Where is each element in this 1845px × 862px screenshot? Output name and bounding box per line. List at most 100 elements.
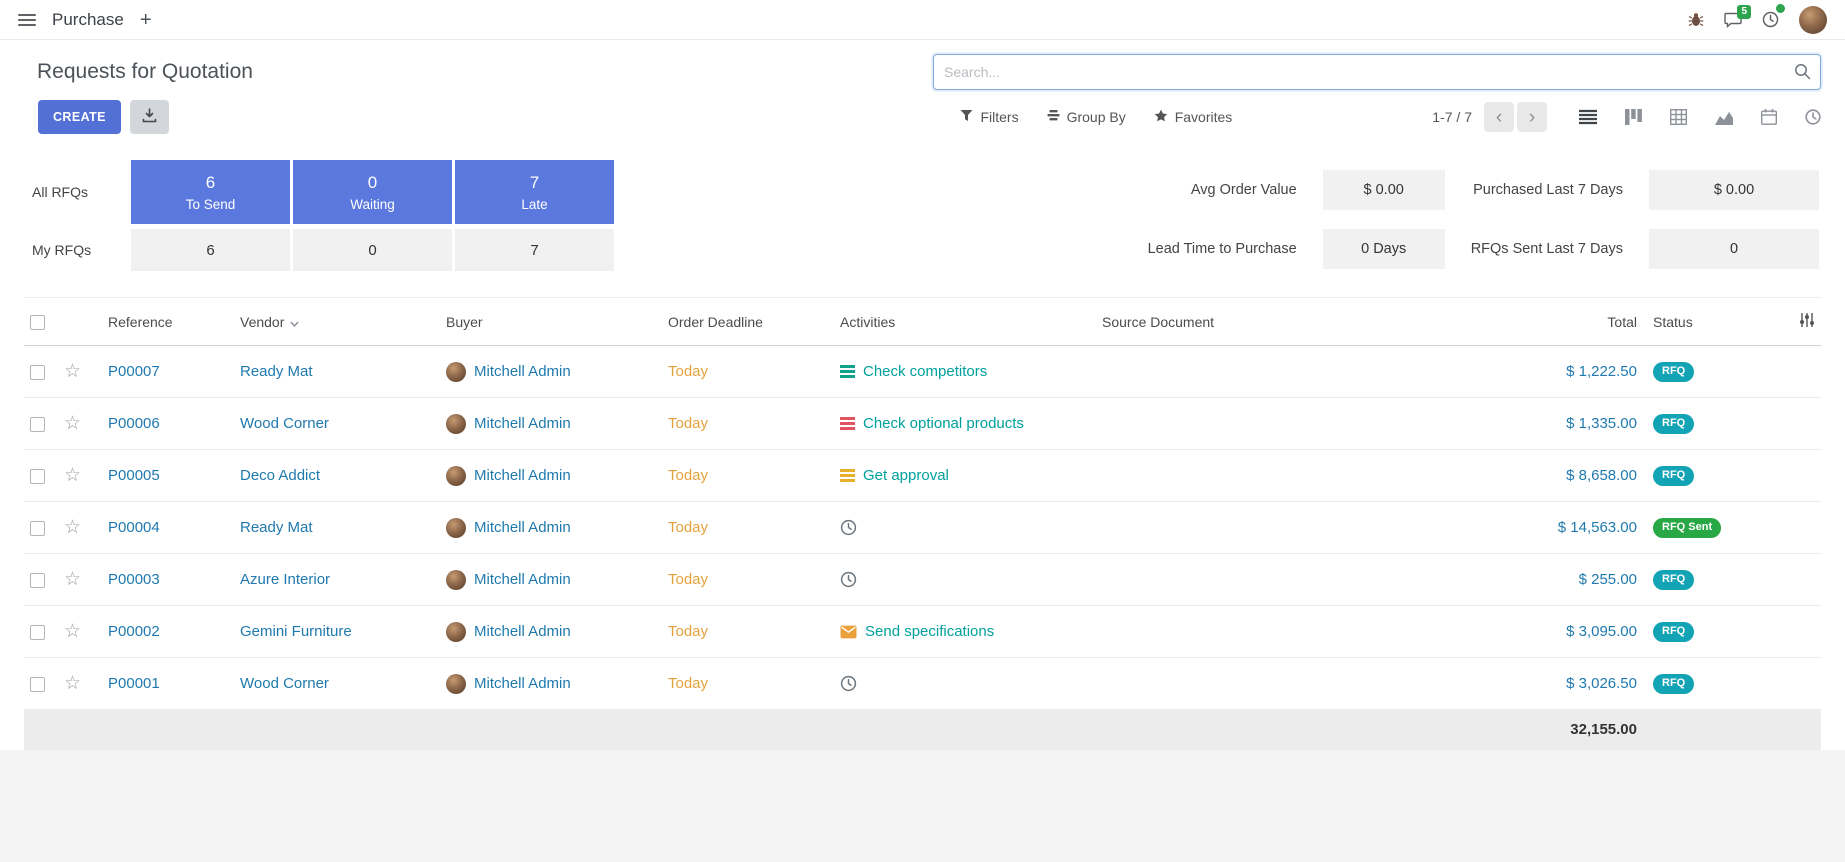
optional-columns-button[interactable] — [1765, 298, 1821, 346]
buyer-link[interactable]: Mitchell Admin — [474, 675, 571, 692]
header-total[interactable]: Total — [1497, 298, 1647, 346]
plus-icon[interactable]: + — [140, 10, 152, 30]
favorite-star-icon[interactable]: ☆ — [64, 361, 81, 382]
activity-tasks-icon[interactable] — [840, 469, 855, 482]
my-rfqs-late[interactable]: 7 — [455, 229, 614, 271]
kpi-tile-waiting[interactable]: 0 Waiting — [293, 160, 452, 224]
favorite-star-icon[interactable]: ☆ — [64, 465, 81, 486]
table-row[interactable]: ☆ P00004 Ready Mat Mitchell Admin Today … — [24, 502, 1821, 554]
header-reference[interactable]: Reference — [102, 298, 234, 346]
buyer-link[interactable]: Mitchell Admin — [474, 571, 571, 588]
debug-bug-icon[interactable] — [1688, 12, 1704, 28]
table-row[interactable]: ☆ P00003 Azure Interior Mitchell Admin T… — [24, 554, 1821, 606]
row-checkbox[interactable] — [30, 625, 45, 640]
header-status[interactable]: Status — [1647, 298, 1765, 346]
app-name[interactable]: Purchase — [52, 10, 124, 30]
activity-view-icon[interactable] — [1805, 109, 1821, 125]
vendor-link[interactable]: Azure Interior — [240, 571, 330, 588]
table-row[interactable]: ☆ P00006 Wood Corner Mitchell Admin Toda… — [24, 398, 1821, 450]
kpi-tile-to-send[interactable]: 6 To Send — [131, 160, 290, 224]
reference-link[interactable]: P00007 — [108, 363, 160, 380]
activity-summary-link[interactable]: Get approval — [863, 467, 949, 484]
export-button[interactable] — [130, 100, 169, 134]
list-view-icon[interactable] — [1579, 109, 1597, 125]
source-document-cell — [1096, 398, 1497, 450]
table-row[interactable]: ☆ P00002 Gemini Furniture Mitchell Admin… — [24, 606, 1821, 658]
pager-previous-button[interactable]: ‹ — [1484, 102, 1514, 132]
buyer-link[interactable]: Mitchell Admin — [474, 519, 571, 536]
pivot-view-icon[interactable] — [1670, 109, 1687, 125]
header-activities[interactable]: Activities — [834, 298, 1096, 346]
total-amount: $ 8,658.00 — [1566, 467, 1637, 484]
total-amount: $ 3,095.00 — [1566, 623, 1637, 640]
reference-link[interactable]: P00005 — [108, 467, 160, 484]
buyer-link[interactable]: Mitchell Admin — [474, 415, 571, 432]
buyer-link[interactable]: Mitchell Admin — [474, 467, 571, 484]
activity-summary-link[interactable]: Check competitors — [863, 363, 987, 380]
search-icon[interactable] — [1794, 63, 1811, 85]
header-vendor[interactable]: Vendor — [234, 298, 440, 346]
vendor-link[interactable]: Ready Mat — [240, 519, 313, 536]
kanban-view-icon[interactable] — [1625, 109, 1642, 125]
reference-link[interactable]: P00006 — [108, 415, 160, 432]
favorites-button[interactable]: Favorites — [1154, 109, 1233, 125]
my-rfqs-waiting[interactable]: 0 — [293, 229, 452, 271]
buyer-link[interactable]: Mitchell Admin — [474, 363, 571, 380]
activity-summary-link[interactable]: Check optional products — [863, 415, 1024, 432]
user-avatar[interactable] — [1799, 6, 1827, 34]
vendor-link[interactable]: Wood Corner — [240, 675, 329, 692]
buyer-link[interactable]: Mitchell Admin — [474, 623, 571, 640]
activity-tasks-icon[interactable] — [840, 365, 855, 378]
vendor-link[interactable]: Wood Corner — [240, 415, 329, 432]
calendar-view-icon[interactable] — [1761, 109, 1777, 125]
page: Purchase + 5 Requests for Quotation — [0, 0, 1845, 862]
row-checkbox[interactable] — [30, 417, 45, 432]
favorite-star-icon[interactable]: ☆ — [64, 517, 81, 538]
activity-summary-link[interactable]: Send specifications — [865, 623, 994, 640]
apps-menu-icon[interactable] — [18, 13, 36, 27]
reference-link[interactable]: P00001 — [108, 675, 160, 692]
graph-view-icon[interactable] — [1715, 110, 1733, 125]
table-row[interactable]: ☆ P00007 Ready Mat Mitchell Admin Today … — [24, 346, 1821, 398]
row-checkbox[interactable] — [30, 469, 45, 484]
activities-clock-icon[interactable] — [1762, 11, 1779, 28]
messages-icon[interactable]: 5 — [1724, 12, 1742, 28]
kpi-count: 7 — [530, 173, 539, 193]
vendor-link[interactable]: Deco Addict — [240, 467, 320, 484]
row-checkbox[interactable] — [30, 521, 45, 536]
favorite-star-icon[interactable]: ☆ — [64, 413, 81, 434]
filters-button[interactable]: Filters — [960, 109, 1018, 125]
header-order-deadline[interactable]: Order Deadline — [662, 298, 834, 346]
buyer-avatar — [446, 362, 466, 382]
favorite-star-icon[interactable]: ☆ — [64, 569, 81, 590]
activity-clock-icon[interactable] — [840, 571, 857, 588]
table-row[interactable]: ☆ P00005 Deco Addict Mitchell Admin Toda… — [24, 450, 1821, 502]
group-by-button[interactable]: Group By — [1047, 109, 1126, 125]
activity-clock-icon[interactable] — [840, 675, 857, 692]
reference-link[interactable]: P00003 — [108, 571, 160, 588]
activity-clock-icon[interactable] — [840, 519, 857, 536]
row-checkbox[interactable] — [30, 573, 45, 588]
favorite-star-icon[interactable]: ☆ — [64, 673, 81, 694]
activity-tasks-icon[interactable] — [840, 417, 855, 430]
select-all-checkbox[interactable] — [30, 315, 45, 330]
row-checkbox[interactable] — [30, 365, 45, 380]
my-rfqs-to-send[interactable]: 6 — [131, 229, 290, 271]
create-button[interactable]: CREATE — [38, 100, 121, 134]
reference-link[interactable]: P00004 — [108, 519, 160, 536]
kpi-tile-late[interactable]: 7 Late — [455, 160, 614, 224]
pager-next-button[interactable]: › — [1517, 102, 1547, 132]
header-buyer[interactable]: Buyer — [440, 298, 662, 346]
vendor-link[interactable]: Gemini Furniture — [240, 623, 352, 640]
vendor-link[interactable]: Ready Mat — [240, 363, 313, 380]
stat-value: $ 0.00 — [1649, 170, 1819, 210]
favorite-star-icon[interactable]: ☆ — [64, 621, 81, 642]
header-source-document[interactable]: Source Document — [1096, 298, 1497, 346]
all-rfqs-label: All RFQs — [32, 184, 128, 200]
table-row[interactable]: ☆ P00001 Wood Corner Mitchell Admin Toda… — [24, 658, 1821, 710]
reference-link[interactable]: P00002 — [108, 623, 160, 640]
search-input[interactable] — [933, 54, 1821, 90]
kpi-label: Late — [521, 197, 547, 212]
row-checkbox[interactable] — [30, 677, 45, 692]
activity-email-icon[interactable] — [840, 625, 857, 639]
